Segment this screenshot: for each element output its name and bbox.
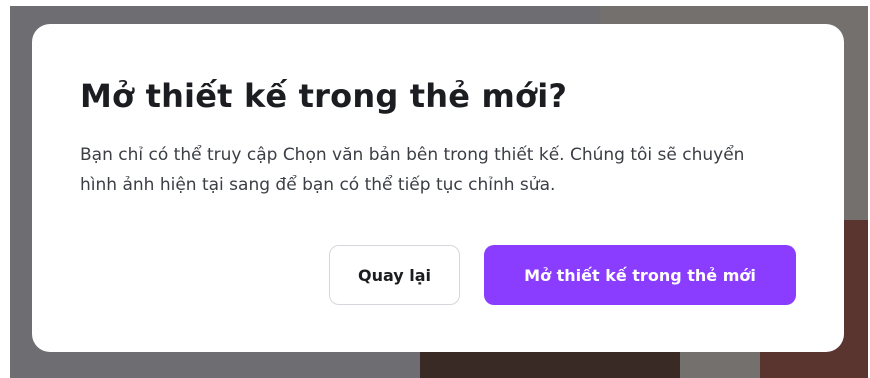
dialog-title: Mở thiết kế trong thẻ mới?: [80, 77, 568, 115]
open-in-new-tab-dialog: Mở thiết kế trong thẻ mới? Bạn chỉ có th…: [32, 24, 844, 352]
dialog-actions: Quay lại Mở thiết kế trong thẻ mới: [329, 245, 796, 305]
open-in-new-tab-button[interactable]: Mở thiết kế trong thẻ mới: [484, 245, 796, 305]
dialog-message: Bạn chỉ có thể truy cập Chọn văn bản bên…: [80, 145, 745, 195]
back-button[interactable]: Quay lại: [329, 245, 460, 305]
